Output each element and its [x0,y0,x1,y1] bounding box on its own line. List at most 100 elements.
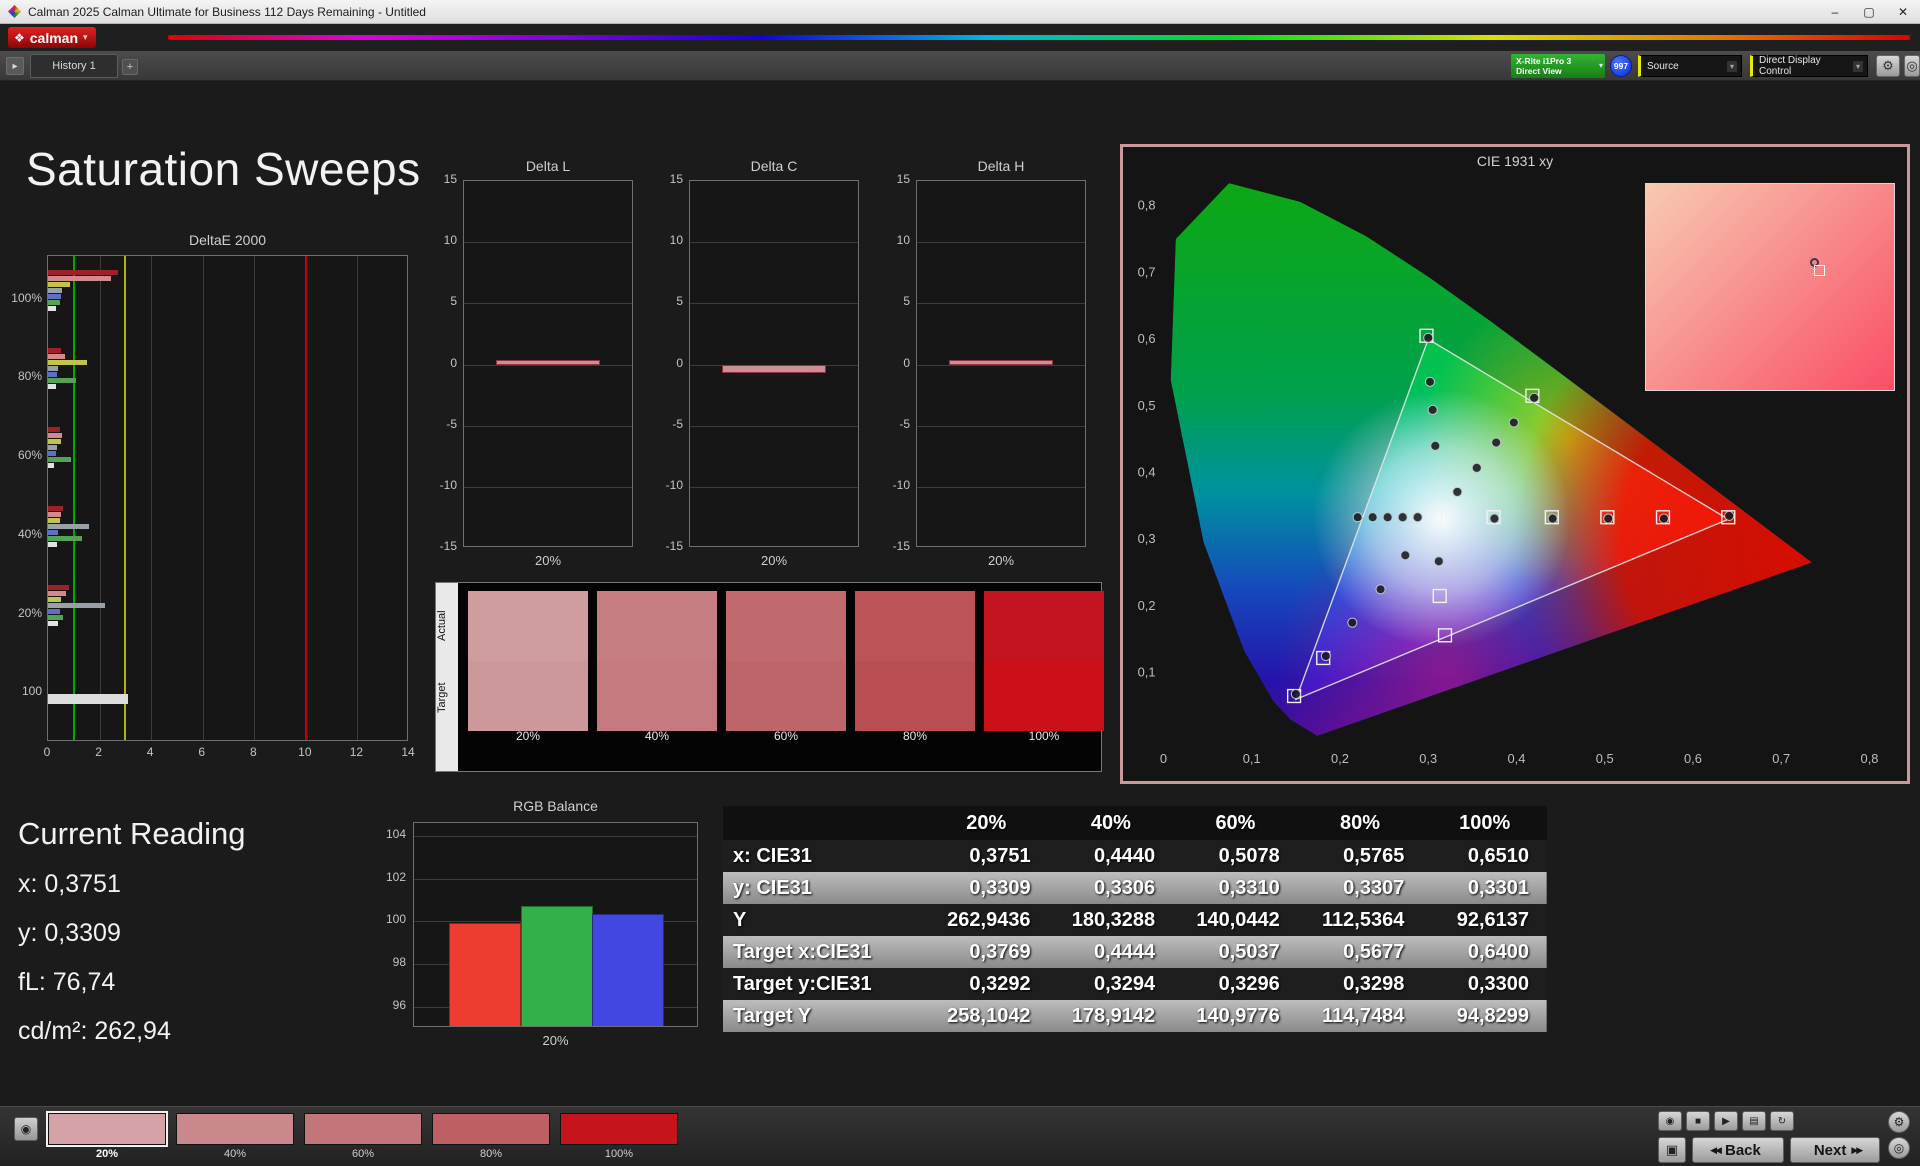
gridline [464,242,632,244]
gridline [917,486,1085,488]
source-dropdown[interactable]: Source ▾ [1638,55,1742,77]
meter-count-badge: 997 [1610,55,1632,77]
saturation-swatch-100%[interactable]: 100% [560,1113,678,1160]
svg-text:0,7: 0,7 [1138,264,1156,279]
gridline [414,835,697,837]
meter-icon[interactable]: ◉ [14,1117,38,1141]
swatch-label: 40% [223,1148,247,1160]
swatch-label: 80% [479,1148,503,1160]
meter-select-button[interactable]: X-Rite i1Pro 3 Direct View ▾ [1511,54,1605,78]
minimize-button[interactable]: – [1818,0,1852,23]
bar [48,366,59,372]
meter-button[interactable]: ◉ [1658,1111,1682,1131]
svg-text:0,4: 0,4 [1138,464,1156,479]
y-tick-label: 5 [903,294,910,309]
svg-text:0,7: 0,7 [1772,751,1790,766]
cell-value: 0,5765 [1343,844,1405,867]
row-label: Target y:CIE31 [733,972,872,995]
cell-value: 0,3294 [1093,972,1156,995]
actual-swatch [468,591,588,661]
loop-button[interactable]: ↻ [1770,1111,1794,1131]
back-button[interactable]: ◀◀ Back [1692,1137,1784,1163]
row-label: y: CIE31 [733,876,812,899]
svg-text:0,5: 0,5 [1596,751,1614,766]
bar [48,354,65,360]
stop-button[interactable]: ▣ [1658,1137,1686,1163]
x-category-label: 20% [760,553,788,568]
tab-history-1[interactable]: History 1 [30,54,118,78]
svg-text:0,3: 0,3 [1138,531,1156,546]
svg-text:0,6: 0,6 [1138,331,1156,346]
y-group-label: 100 [21,684,42,699]
x-tick-label: 14 [401,745,415,759]
y-tick-label: -5 [672,416,683,431]
cie-1931-panel[interactable]: CIE 1931 xy 0 0,1 0,2 0,3 0,4 0,5 0,6 0,7 0,8 0,1… [1120,144,1910,784]
settings-gear-button[interactable]: ⚙ [1876,55,1900,77]
y-tick-label: -15 [439,539,457,553]
play-button[interactable]: ▶ [1714,1111,1738,1131]
x-tick-label: 4 [146,745,154,759]
calman-logo-button[interactable]: ❖ calman ▾ [8,27,96,48]
rgb-plot-area [413,822,698,1027]
calman-logo-text: calman [29,29,79,46]
bar [48,439,61,445]
deltae-plot-area [47,255,408,741]
skip-forward-icon: ▶▶ [1851,1144,1863,1155]
row-label: Y [733,908,747,931]
cie-chart-title: CIE 1931 xy [1476,153,1554,169]
svg-text:0,1: 0,1 [1243,751,1261,766]
source-dropdown-label: Source [1647,60,1679,72]
gridline [151,256,153,740]
y-group-label: 60% [17,448,42,463]
gear-button[interactable]: ⚙ [1888,1111,1910,1133]
y-tick-label: 10 [443,233,457,248]
y-tick-label: 15 [443,172,457,186]
reading-y: y: 0,3309 [18,919,121,947]
chart-title: Delta H [977,158,1025,174]
display-control-dropdown[interactable]: Direct Display Control ▾ [1750,55,1868,77]
direct-view-inset [1645,183,1895,391]
saturation-swatch-80%[interactable]: 80% [432,1113,550,1160]
bottom-bar: ◉ 20% 40% 60% 80% 100% ◉ ■ ▶ ▤ ↻ ⚙ ◎ ▣ ◀◀ Back Next ▶▶ [0,1106,1920,1166]
window-title: Calman 2025 Calman Ultimate for Business… [28,4,426,19]
gridline [917,425,1085,427]
power-button[interactable]: ◎ [1904,55,1920,77]
saturation-swatch-20%[interactable]: 20% [46,1111,168,1160]
swatch-label: 100% [1028,729,1060,743]
chart-title: Delta C [750,158,798,174]
page-title: Saturation Sweeps [26,143,421,195]
bar [48,596,61,602]
table-row: y: CIE31 0,3309 0,3306 0,3310 0,3307 0,3301 [723,872,1547,904]
add-tab-button[interactable]: + [122,59,138,75]
reference-line [72,256,75,740]
y-tick-label: 5 [450,294,457,309]
cell-value: 94,8299 [1456,1004,1529,1027]
saturation-swatch-40%[interactable]: 40% [176,1113,294,1160]
current-reading-heading: Current Reading [18,816,246,851]
next-label: Next [1813,1141,1847,1159]
cell-value: 0,3301 [1467,876,1529,899]
swatch-column [726,591,846,731]
calman-diamond-icon: ❖ [14,30,25,45]
x-tick-label: 0 [43,745,51,759]
bar [48,445,58,451]
gridline [357,256,359,740]
maximize-button[interactable]: ▢ [1852,0,1886,23]
cell-value: 178,9142 [1071,1004,1156,1027]
next-button[interactable]: Next ▶▶ [1790,1137,1880,1163]
swatch-color [432,1113,550,1145]
saturation-swatch-60%[interactable]: 60% [304,1113,422,1160]
film-button[interactable]: ▤ [1742,1111,1766,1131]
cell-value: 0,3306 [1093,876,1156,899]
close-button[interactable]: ✕ [1886,0,1920,23]
y-tick-label: -15 [892,539,910,553]
tab-scroll-button[interactable]: ▸ [6,57,24,75]
stop-button[interactable]: ■ [1686,1111,1710,1131]
cell-value: 114,7484 [1322,1004,1405,1027]
cell-value: 0,3751 [969,844,1031,867]
chevron-down-icon: ▾ [1726,60,1737,72]
x-category-label: 20% [534,553,562,568]
swatch-row-label: Actual [436,610,448,642]
bar [48,281,70,287]
power-button[interactable]: ◎ [1888,1137,1910,1159]
